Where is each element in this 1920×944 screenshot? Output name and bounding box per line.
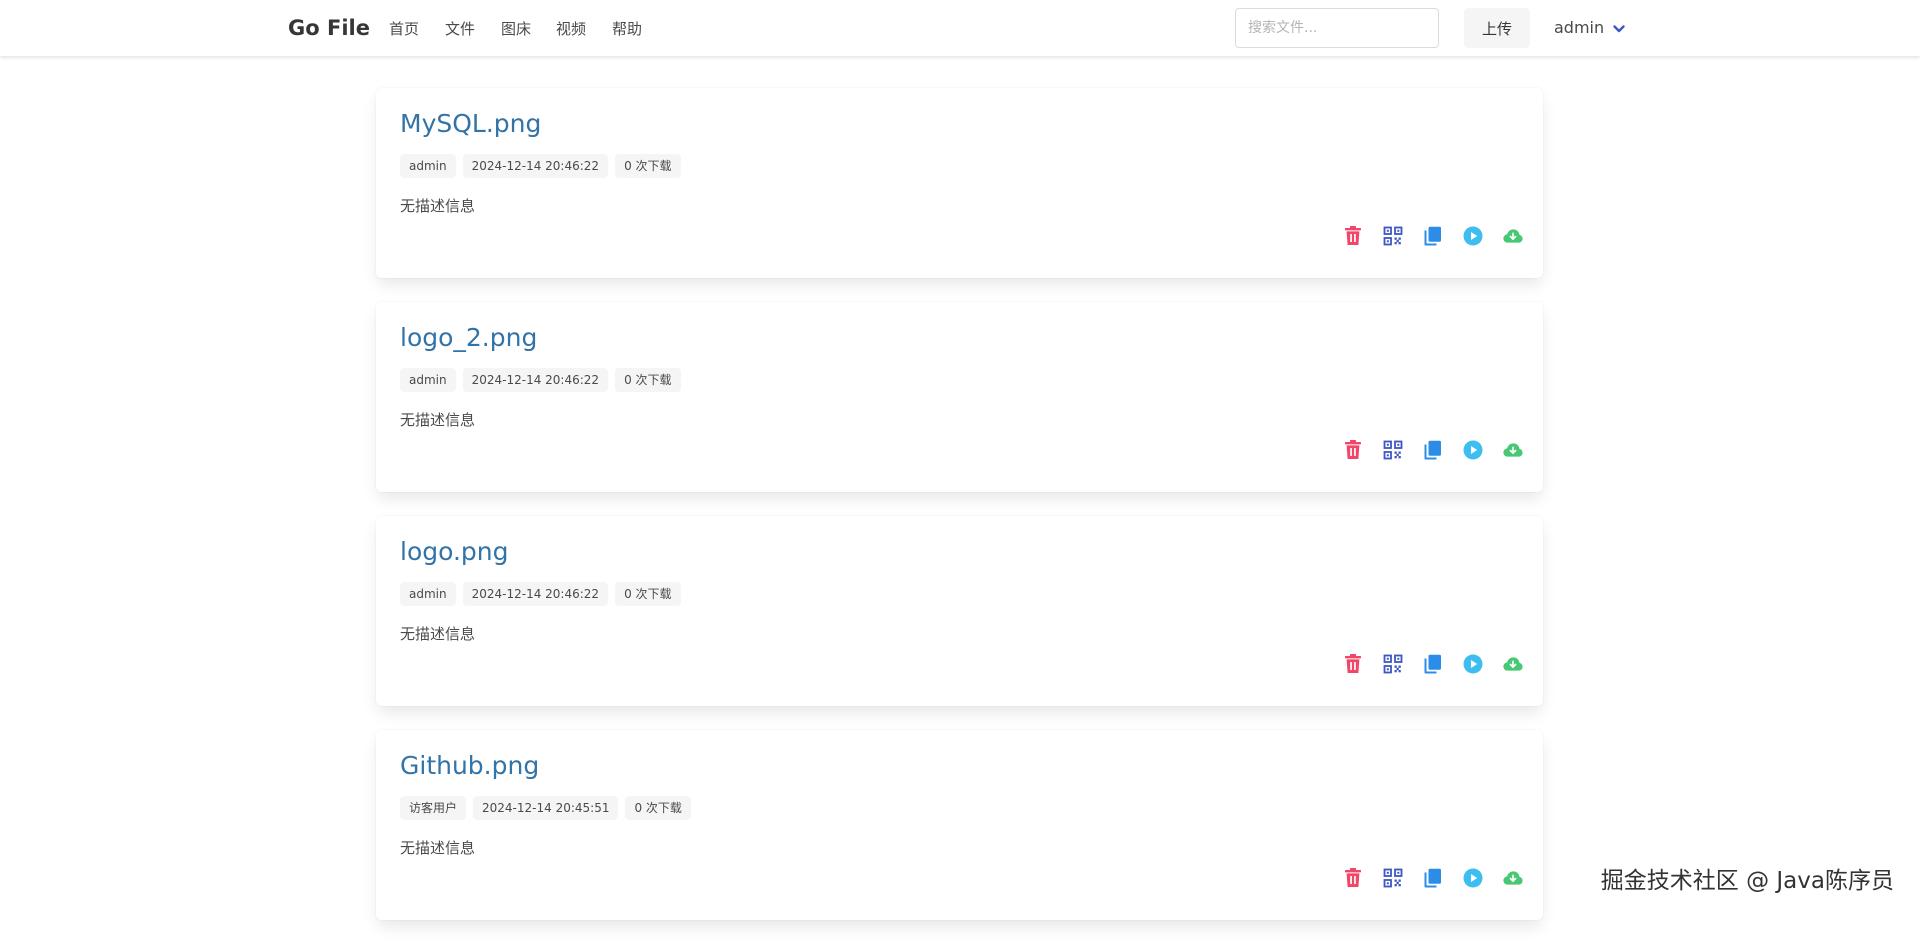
nav-link-images[interactable]: 图床: [501, 19, 531, 39]
cloud-download-icon[interactable]: [1503, 654, 1523, 674]
navbar: Go File 首页 文件 图床 视频 帮助 上传 admin: [0, 0, 1920, 56]
copy-icon[interactable]: [1423, 440, 1443, 460]
file-description: 无描述信息: [400, 839, 476, 857]
user-name: admin: [1554, 18, 1605, 37]
play-icon[interactable]: [1463, 868, 1483, 888]
file-list: MySQL.png admin 2024-12-14 20:46:22 0 次下…: [376, 88, 1543, 944]
uploader-tag: admin: [400, 368, 456, 392]
download-count-tag: 0 次下载: [615, 154, 681, 178]
trash-icon[interactable]: [1343, 226, 1363, 246]
cloud-download-icon[interactable]: [1503, 440, 1523, 460]
download-count-tag: 0 次下载: [625, 796, 691, 820]
file-actions: [1343, 226, 1523, 246]
brand-logo[interactable]: Go File: [288, 16, 370, 40]
file-title-link[interactable]: Github.png: [400, 750, 539, 782]
file-card: MySQL.png admin 2024-12-14 20:46:22 0 次下…: [376, 88, 1543, 278]
copy-icon[interactable]: [1423, 868, 1443, 888]
qrcode-icon[interactable]: [1383, 654, 1403, 674]
file-tags: admin 2024-12-14 20:46:22 0 次下载: [400, 368, 681, 392]
upload-time-tag: 2024-12-14 20:45:51: [473, 796, 619, 820]
file-tags: 访客用户 2024-12-14 20:45:51 0 次下载: [400, 796, 691, 820]
copy-icon[interactable]: [1423, 226, 1443, 246]
upload-time-tag: 2024-12-14 20:46:22: [462, 154, 609, 178]
download-count-tag: 0 次下载: [615, 368, 681, 392]
upload-time-tag: 2024-12-14 20:46:22: [462, 368, 609, 392]
qrcode-icon[interactable]: [1383, 868, 1403, 888]
cloud-download-icon[interactable]: [1503, 868, 1523, 888]
file-actions: [1343, 440, 1523, 460]
uploader-tag: admin: [400, 154, 456, 178]
file-tags: admin 2024-12-14 20:46:22 0 次下载: [400, 154, 681, 178]
file-title-link[interactable]: logo_2.png: [400, 322, 537, 354]
uploader-tag: admin: [400, 582, 456, 606]
file-card: Github.png 访客用户 2024-12-14 20:45:51 0 次下…: [376, 730, 1543, 920]
trash-icon[interactable]: [1343, 868, 1363, 888]
trash-icon[interactable]: [1343, 440, 1363, 460]
trash-icon[interactable]: [1343, 654, 1363, 674]
file-title-link[interactable]: MySQL.png: [400, 108, 541, 140]
play-icon[interactable]: [1463, 440, 1483, 460]
user-menu[interactable]: admin: [1554, 16, 1626, 40]
nav-link-home[interactable]: 首页: [389, 19, 419, 39]
qrcode-icon[interactable]: [1383, 440, 1403, 460]
play-icon[interactable]: [1463, 654, 1483, 674]
file-card: logo_2.png admin 2024-12-14 20:46:22 0 次…: [376, 302, 1543, 492]
file-description: 无描述信息: [400, 197, 476, 215]
qrcode-icon[interactable]: [1383, 226, 1403, 246]
search-input[interactable]: [1235, 8, 1439, 48]
watermark-text: 掘金技术社区 @ Java陈序员: [1600, 868, 1894, 894]
play-icon[interactable]: [1463, 226, 1483, 246]
uploader-tag: 访客用户: [400, 796, 467, 820]
download-count-tag: 0 次下载: [615, 582, 681, 606]
cloud-download-icon[interactable]: [1503, 226, 1523, 246]
nav-link-help[interactable]: 帮助: [612, 19, 642, 39]
file-card: logo.png admin 2024-12-14 20:46:22 0 次下载…: [376, 516, 1543, 706]
file-description: 无描述信息: [400, 411, 476, 429]
file-actions: [1343, 654, 1523, 674]
nav-link-videos[interactable]: 视频: [556, 19, 586, 39]
upload-button[interactable]: 上传: [1464, 8, 1530, 48]
chevron-down-icon: [1612, 21, 1626, 35]
upload-time-tag: 2024-12-14 20:46:22: [462, 582, 609, 606]
copy-icon[interactable]: [1423, 654, 1443, 674]
file-description: 无描述信息: [400, 625, 476, 643]
nav-link-files[interactable]: 文件: [445, 19, 475, 39]
file-title-link[interactable]: logo.png: [400, 536, 509, 568]
file-tags: admin 2024-12-14 20:46:22 0 次下载: [400, 582, 681, 606]
file-actions: [1343, 868, 1523, 888]
